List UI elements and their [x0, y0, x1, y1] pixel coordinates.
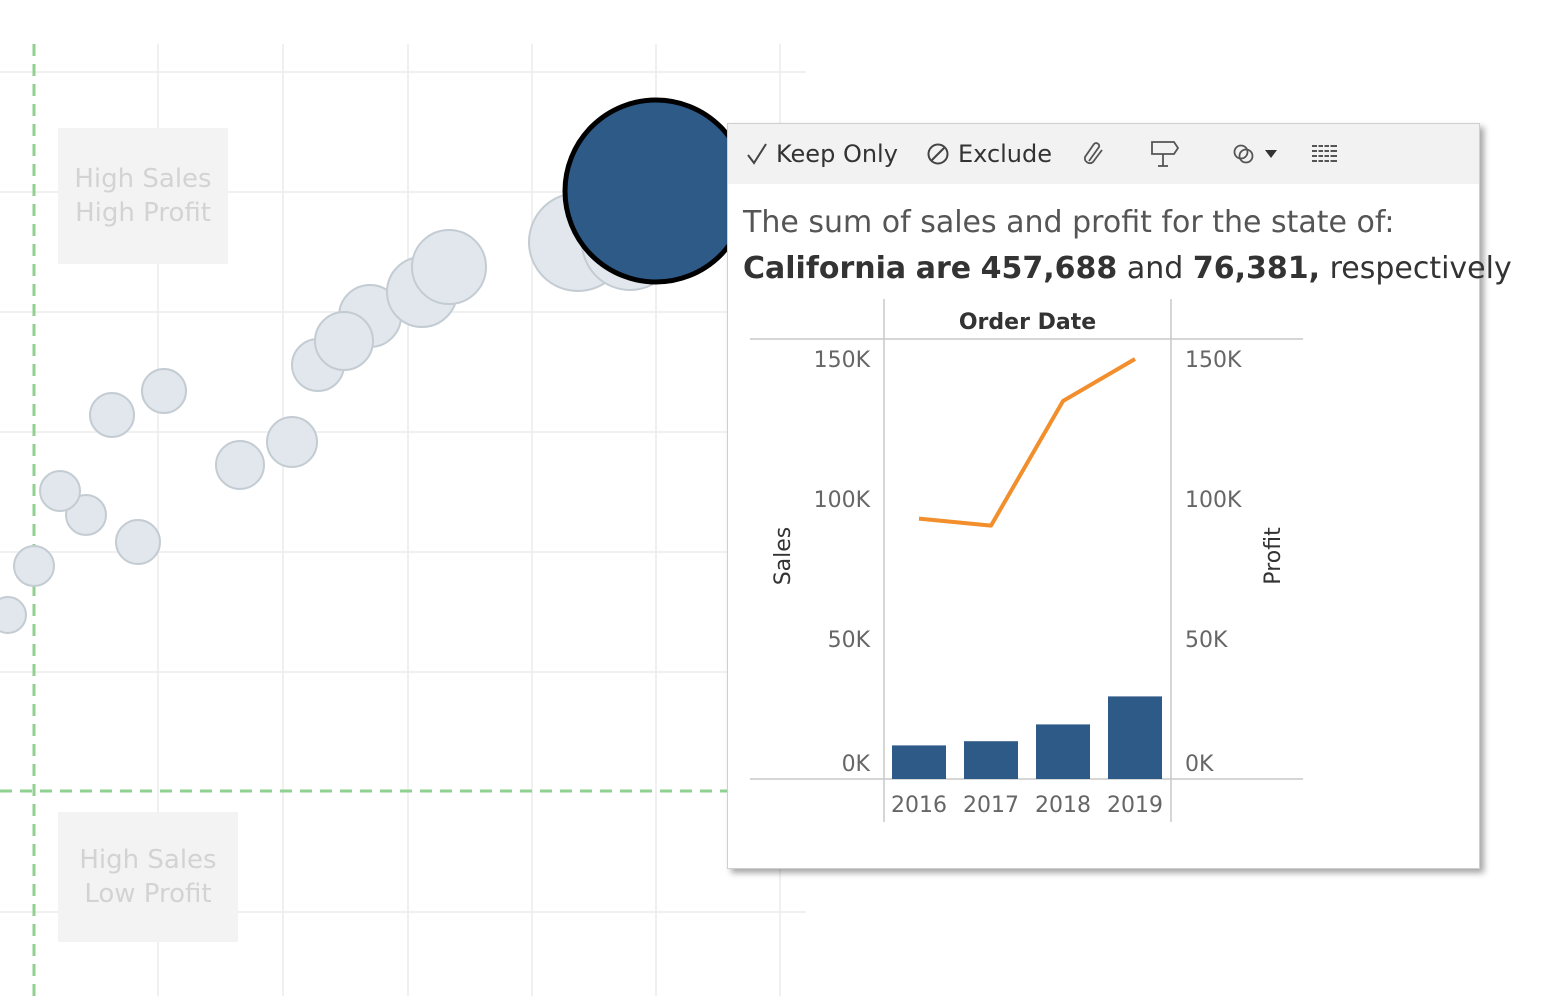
tooltip-text-line2: California are 457,688 and 76,381, respe… — [743, 246, 1512, 292]
y2-tick-label: 50K — [1185, 628, 1228, 653]
exclude-label: Exclude — [958, 140, 1053, 168]
keep-only-label: Keep Only — [776, 140, 898, 168]
x-tick-label: 2018 — [1035, 793, 1091, 818]
y-tick-label: 150K — [814, 348, 871, 373]
quadrant-label-high-sales-low-profit: High Sales Low Profit — [58, 812, 238, 942]
x-tick-label: 2019 — [1107, 793, 1163, 818]
tooltip-popup: Keep Only Exclude The sum of sales and p… — [727, 123, 1512, 869]
quadrant-label-line: High Sales — [74, 164, 212, 194]
chart-title: Order Date — [959, 310, 1096, 335]
sales-total: 457,688 — [980, 251, 1118, 286]
sales-bar[interactable] — [1036, 724, 1090, 779]
tooltip-description: The sum of sales and profit for the stat… — [743, 200, 1512, 292]
state-bubble[interactable] — [0, 596, 27, 634]
state-bubble[interactable] — [39, 470, 81, 512]
group-members-button[interactable] — [1082, 124, 1106, 184]
tooltip-mini-chart: Order Date 0K 0K 50K 50K 100K 100K 150K 150K Sale… — [750, 299, 1303, 822]
state-bubble[interactable] — [141, 368, 187, 414]
y-tick-label: 0K — [842, 752, 871, 777]
paperclip-icon — [1082, 141, 1106, 167]
profit-line[interactable] — [918, 357, 1137, 528]
state-bubble[interactable] — [266, 416, 318, 468]
tooltip-and: and — [1126, 251, 1184, 286]
profit-total: 76,381, — [1192, 251, 1321, 286]
state-bubble[interactable] — [89, 392, 135, 438]
quadrant-label-line: High Profit — [75, 198, 211, 228]
sets-icon — [1232, 142, 1256, 166]
quadrant-label-line: High Sales — [79, 845, 217, 875]
x-tick-label: 2017 — [963, 793, 1019, 818]
sales-bar[interactable] — [964, 741, 1018, 779]
state-bubble[interactable] — [215, 440, 265, 490]
view-data-icon — [1312, 144, 1338, 164]
highlight-button[interactable] — [1150, 124, 1180, 184]
y2-tick-label: 150K — [1185, 348, 1242, 373]
sales-bar[interactable] — [1108, 696, 1162, 779]
keep-only-button[interactable]: Keep Only — [746, 124, 898, 184]
quadrant-label-high-sales-high-profit: High Sales High Profit — [58, 128, 228, 264]
y2-axis-label: Profit — [1261, 527, 1286, 585]
tooltip-are: are — [915, 251, 972, 286]
state-name: California — [743, 251, 907, 286]
y2-tick-label: 0K — [1185, 752, 1214, 777]
chevron-down-icon — [1264, 149, 1278, 159]
signpost-icon — [1150, 140, 1180, 168]
y-tick-label: 100K — [814, 488, 871, 513]
state-bubble[interactable] — [115, 519, 161, 565]
create-set-button[interactable] — [1232, 124, 1278, 184]
tooltip-respectively: respectively — [1329, 251, 1512, 286]
quadrant-label-line: Low Profit — [84, 879, 212, 909]
selected-state-bubble[interactable] — [562, 97, 750, 285]
checkmark-icon — [746, 142, 768, 166]
y-tick-label: 50K — [828, 628, 871, 653]
state-bubble[interactable] — [314, 311, 374, 371]
y2-tick-label: 100K — [1185, 488, 1242, 513]
state-bubble[interactable] — [13, 545, 55, 587]
y-axis-label: Sales — [771, 527, 796, 586]
view-data-button[interactable] — [1312, 124, 1338, 184]
sales-bar[interactable] — [892, 745, 946, 779]
x-tick-label: 2016 — [891, 793, 947, 818]
tooltip-toolbar: Keep Only Exclude — [728, 124, 1479, 184]
exclude-icon — [926, 142, 950, 166]
state-bubble[interactable] — [411, 229, 487, 305]
exclude-button[interactable]: Exclude — [926, 124, 1052, 184]
tooltip-text-line1: The sum of sales and profit for the stat… — [743, 205, 1395, 240]
